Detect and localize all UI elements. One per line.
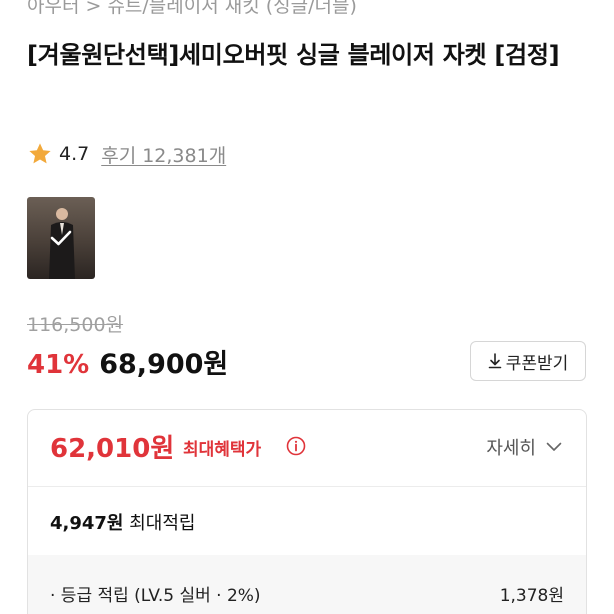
product-title: [겨울원단선택]세미오버핏 싱글 블레이저 자켓 [검정] xyxy=(27,41,560,69)
benefit-box: 62,010원 최대혜택가 자세히 4,947원 최대적립 · 등급 적립 (L… xyxy=(27,409,587,614)
details-label: 자세히 xyxy=(486,438,536,459)
sale-price: 68,900원 xyxy=(99,349,229,380)
check-icon xyxy=(50,230,72,246)
divider xyxy=(28,486,586,487)
max-points-row: 4,947원 최대적립 xyxy=(50,509,195,535)
discount-rate: 41% xyxy=(27,350,90,380)
rating-value: 4.7 xyxy=(59,143,90,165)
review-count-link[interactable]: 후기 12,381개 xyxy=(101,141,226,168)
max-points-label: 최대적립 xyxy=(129,513,196,534)
download-icon xyxy=(488,353,502,369)
check-overlay xyxy=(27,197,95,279)
rating-row: 4.7 후기 12,381개 xyxy=(27,140,226,168)
color-option-thumbnail[interactable] xyxy=(27,197,95,279)
max-benefit-label: 최대혜택가 xyxy=(183,440,262,460)
original-price: 116,500원 xyxy=(27,314,124,336)
coupon-button[interactable]: 쿠폰받기 xyxy=(470,341,586,381)
breadcrumb[interactable]: 아우터 > 슈트/블레이저 재킷 (싱글/더블) xyxy=(27,0,357,18)
benefit-header[interactable]: 62,010원 최대혜택가 자세히 xyxy=(28,410,586,486)
grade-points-label: · 등급 적립 (LV.5 실버 · 2%) xyxy=(50,586,261,606)
star-icon xyxy=(29,143,51,164)
coupon-label: 쿠폰받기 xyxy=(505,353,569,374)
grade-points-row: · 등급 적립 (LV.5 실버 · 2%) 1,378원 xyxy=(28,555,586,614)
price-row: 41% 68,900원 xyxy=(27,342,228,382)
grade-points-value: 1,378원 xyxy=(499,586,564,606)
max-points-amount: 4,947원 xyxy=(50,513,124,534)
details-toggle[interactable]: 자세히 xyxy=(486,434,562,460)
info-icon[interactable] xyxy=(286,436,306,456)
chevron-down-icon xyxy=(546,442,562,451)
max-benefit-price: 62,010원 xyxy=(50,434,175,464)
